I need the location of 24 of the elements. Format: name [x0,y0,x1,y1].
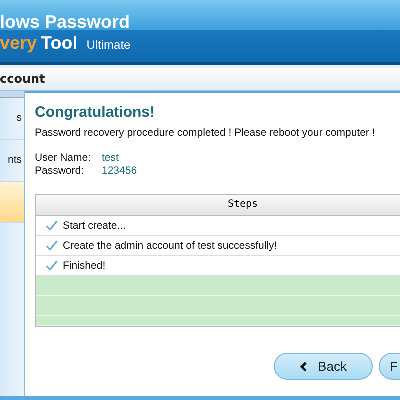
section-title: ccount [0,68,400,91]
app-title: lows Password [0,12,130,32]
message-text: Password recovery procedure completed ! Please reboot your computer ! [35,127,376,139]
chevron-icon [300,362,308,372]
heading: Congratulations! [35,104,156,122]
sidebar-item[interactable] [0,182,24,223]
step-text: Start create... [63,220,126,232]
field-label: Password: [35,165,86,178]
app-title: Tool [41,32,78,52]
edition-label: Ultimate [86,36,131,54]
check-icon [46,240,58,251]
step-text: Create the admin account of test successfully! [63,240,278,252]
sidebar-item[interactable]: s [0,98,24,140]
sidebar-grip[interactable] [0,91,24,98]
field-label: User Name: [35,152,92,165]
app-title: very [0,32,38,52]
field-value: test [102,152,120,165]
step-text: Finished! [63,260,106,272]
field-value: 123456 [102,165,138,178]
check-icon [46,260,58,271]
back-button[interactable]: Back [274,353,373,380]
column-header: Steps [36,195,400,216]
next-button[interactable]: F [379,353,400,380]
check-icon [46,220,58,231]
